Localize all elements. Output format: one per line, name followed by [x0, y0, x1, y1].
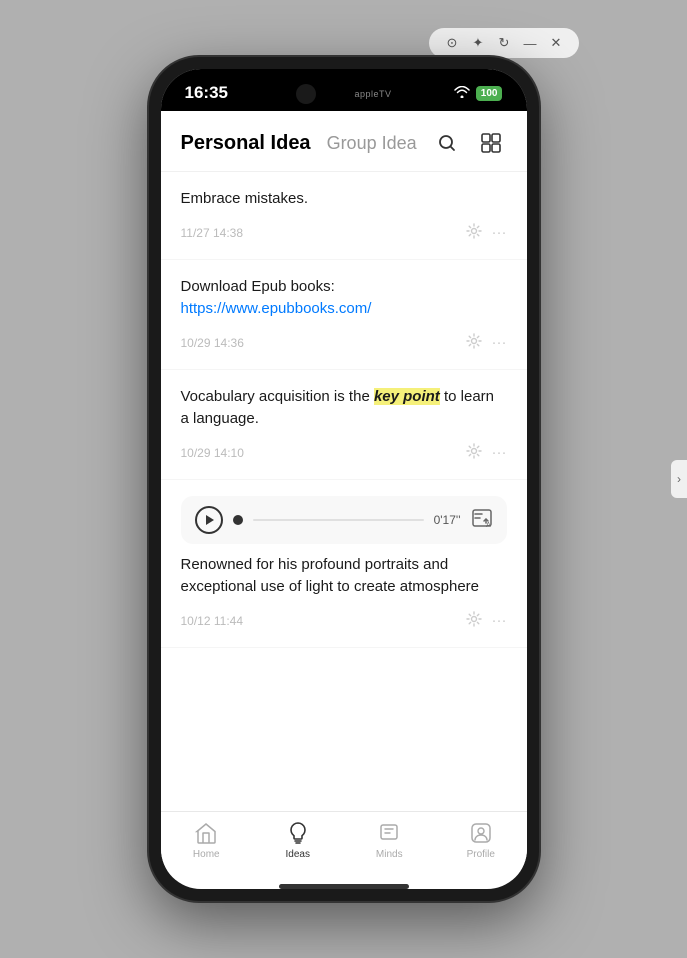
- header-actions: [431, 127, 507, 159]
- tab-bar: Home Ideas: [161, 811, 527, 880]
- sparkle-button-4[interactable]: [466, 611, 482, 631]
- app-header: Personal Idea Group Idea: [161, 111, 527, 172]
- idea-actions-2: ···: [466, 333, 507, 353]
- audio-duration: 0'17'': [434, 513, 461, 527]
- idea-text-2: Download Epub books: https://www.epubboo…: [181, 276, 507, 321]
- idea-card-3: Vocabulary acquisition is the key point …: [161, 370, 527, 480]
- idea-meta-3: 10/29 14:10 ···: [181, 439, 507, 471]
- more-button-1[interactable]: ···: [492, 224, 507, 241]
- profile-icon: [468, 820, 494, 846]
- tab-profile-label: Profile: [467, 849, 495, 860]
- play-triangle-icon: [206, 515, 214, 525]
- idea-actions-4: ···: [466, 611, 507, 631]
- play-button[interactable]: [195, 506, 223, 534]
- phone-frame: appleTV 16:35 100 P: [149, 57, 539, 901]
- wifi-icon: [454, 86, 470, 101]
- dynamic-island: appleTV: [284, 77, 404, 111]
- idea-meta-4: 10/12 11:44 ···: [181, 607, 507, 639]
- circle-icon: ⊙: [443, 34, 461, 52]
- header-tabs: Personal Idea Group Idea: [181, 132, 417, 155]
- content-area: Embrace mistakes. 11/27 14:38 ···: [161, 172, 527, 811]
- ideas-icon: [285, 820, 311, 846]
- minds-icon: [376, 820, 402, 846]
- idea-card-4: 0'17'' A Renowned for his profound portr…: [161, 480, 527, 648]
- status-right: 100: [454, 86, 503, 101]
- idea-timestamp-1: 11/27 14:38: [181, 226, 244, 240]
- idea-card-1: Embrace mistakes. 11/27 14:38 ···: [161, 172, 527, 260]
- idea-card-2: Download Epub books: https://www.epubboo…: [161, 260, 527, 370]
- idea-actions-1: ···: [466, 223, 507, 243]
- island-camera: [296, 84, 316, 104]
- minimize-button[interactable]: —: [521, 34, 539, 52]
- layout-button[interactable]: [475, 127, 507, 159]
- idea-text-4: Renowned for his profound portraits and …: [181, 554, 507, 599]
- idea-actions-3: ···: [466, 443, 507, 463]
- idea-meta-2: 10/29 14:36 ···: [181, 329, 507, 361]
- transcribe-button[interactable]: A: [471, 507, 493, 533]
- tab-ideas[interactable]: Ideas: [268, 820, 328, 860]
- refresh-icon: ↻: [495, 34, 513, 52]
- audio-progress-bar[interactable]: [253, 519, 424, 521]
- phone-screen: appleTV 16:35 100 P: [161, 69, 527, 889]
- idea-timestamp-3: 10/29 14:10: [181, 446, 244, 460]
- battery-icon: 100: [476, 86, 503, 101]
- idea-highlight-3: key point: [374, 388, 440, 405]
- more-button-4[interactable]: ···: [492, 612, 507, 629]
- close-button[interactable]: ✕: [547, 34, 565, 52]
- tab-minds[interactable]: Minds: [359, 820, 419, 860]
- tab-minds-label: Minds: [376, 849, 403, 860]
- audio-player: 0'17'' A: [181, 496, 507, 544]
- idea-timestamp-4: 10/12 11:44: [181, 614, 244, 628]
- idea-text-1: Embrace mistakes.: [181, 188, 507, 211]
- idea-text-before-2: Download Epub books:: [181, 278, 335, 295]
- sparkle-button-3[interactable]: [466, 443, 482, 463]
- svg-text:A: A: [486, 522, 491, 529]
- sparkle-button-1[interactable]: [466, 223, 482, 243]
- island-label: appleTV: [354, 89, 391, 99]
- more-button-2[interactable]: ···: [492, 334, 507, 351]
- tab-ideas-label: Ideas: [286, 849, 310, 860]
- idea-text-before-3: Vocabulary acquisition is the: [181, 388, 374, 405]
- search-button[interactable]: [431, 127, 463, 159]
- tab-home[interactable]: Home: [176, 820, 236, 860]
- idea-text-3: Vocabulary acquisition is the key point …: [181, 386, 507, 431]
- star-icon: ✦: [469, 34, 487, 52]
- status-time: 16:35: [185, 83, 228, 103]
- audio-dot: [233, 515, 243, 525]
- idea-meta-1: 11/27 14:38 ···: [181, 219, 507, 251]
- tab-profile[interactable]: Profile: [451, 820, 511, 860]
- tab-personal[interactable]: Personal Idea: [181, 132, 311, 155]
- tab-group[interactable]: Group Idea: [327, 133, 417, 154]
- more-button-3[interactable]: ···: [492, 444, 507, 461]
- idea-timestamp-2: 10/29 14:36: [181, 336, 244, 350]
- sidebar-arrow[interactable]: ›: [671, 460, 687, 498]
- home-indicator: [279, 884, 409, 889]
- window-chrome: ⊙ ✦ ↻ — ✕: [429, 28, 579, 58]
- sparkle-button-2[interactable]: [466, 333, 482, 353]
- idea-link-2[interactable]: https://www.epubbooks.com/: [181, 300, 372, 317]
- home-icon: [193, 820, 219, 846]
- tab-home-label: Home: [193, 849, 220, 860]
